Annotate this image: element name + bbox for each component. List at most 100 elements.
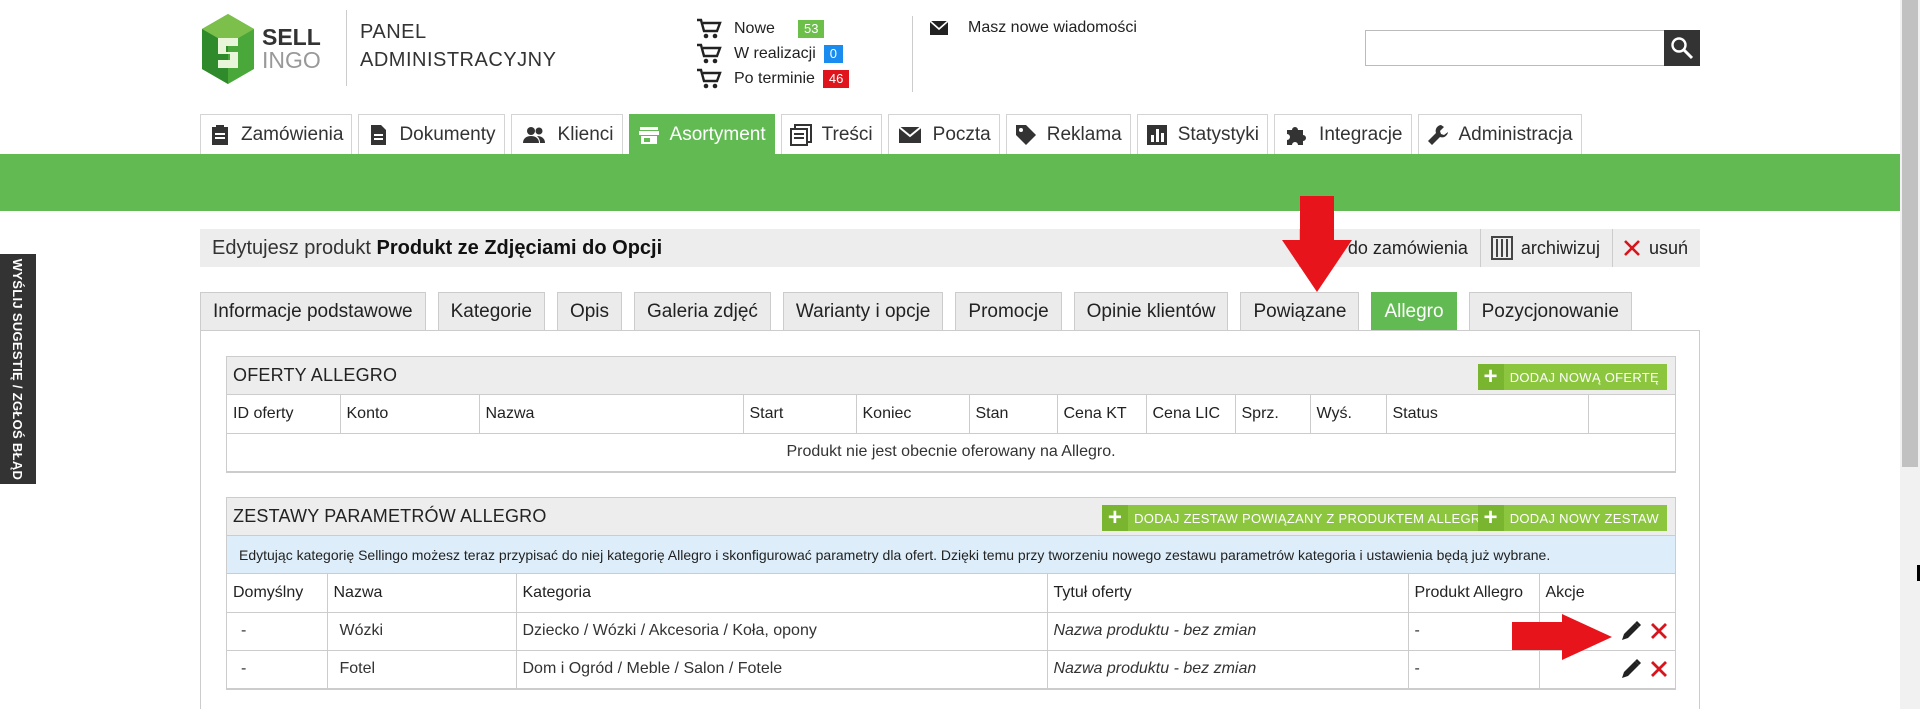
nav-item-label: Asortyment <box>669 123 766 145</box>
params-table-header: Domyślny Nazwa Kategoria Tytuł oferty Pr… <box>227 574 1675 613</box>
col-kategoria: Kategoria <box>515 574 1048 613</box>
nav-item-tresci[interactable]: Treści <box>780 114 882 154</box>
table-row: - Fotel Dom i Ogród / Meble / Salon / Fo… <box>227 649 1675 689</box>
delete-product-label: usuń <box>1648 237 1688 258</box>
nav-item-dokumenty[interactable]: Dokumenty <box>358 114 505 154</box>
tab-kategorie[interactable]: Kategorie <box>437 292 545 330</box>
nav-item-administracja[interactable]: Administracja <box>1417 114 1582 154</box>
nav-item-zamowienia[interactable]: Zamówienia <box>200 114 353 154</box>
tab-opinie-klientow[interactable]: Opinie klientów <box>1073 292 1229 330</box>
add-new-set-button[interactable]: + DODAJ NOWY ZESTAW <box>1477 505 1667 531</box>
mail-icon <box>898 125 922 143</box>
nav-item-poczta[interactable]: Poczta <box>887 114 1000 154</box>
plus-icon: + <box>1477 364 1504 390</box>
row-default: - <box>227 649 328 689</box>
col-produkt-allegro: Produkt Allegro <box>1407 574 1540 613</box>
delete-icon[interactable] <box>1650 660 1668 678</box>
nav-item-reklama[interactable]: Reklama <box>1005 114 1131 154</box>
params-info-message: Edytując kategorię Sellingo możesz teraz… <box>227 536 1675 574</box>
puzzle-icon <box>1287 126 1307 145</box>
nav-item-label: Poczta <box>932 123 991 145</box>
nav-item-klienci[interactable]: Klienci <box>510 114 623 154</box>
search-input[interactable] <box>1365 30 1666 66</box>
people-icon <box>522 126 545 143</box>
sellingo-logo[interactable]: SELL INGO <box>200 10 332 88</box>
messages-text: Masz nowe wiadomości <box>968 19 1137 36</box>
row-category: Dom i Ogród / Meble / Salon / Fotele <box>515 649 1048 689</box>
archive-button[interactable]: archiwizuj <box>1479 229 1612 267</box>
panel-title: PANEL ADMINISTRACYJNY <box>360 18 556 74</box>
logo-ingo-text: INGO <box>262 47 321 73</box>
delete-icon[interactable] <box>1650 622 1668 640</box>
nav-item-asortyment[interactable]: Asortyment <box>628 114 775 154</box>
edit-pencil-icon[interactable] <box>1620 620 1642 642</box>
nav-item-statystyki[interactable]: Statystyki <box>1136 114 1269 154</box>
panel-title-line1: PANEL <box>360 21 427 43</box>
col-id[interactable]: ID oferty <box>227 395 341 434</box>
col-nazwa[interactable]: Nazwa <box>478 395 744 434</box>
col-koniec[interactable]: Koniec <box>855 395 970 434</box>
orders-in-progress[interactable]: W realizacji 0 <box>696 41 849 66</box>
col-stan[interactable]: Stan <box>968 395 1058 434</box>
tab-powiazane[interactable]: Powiązane <box>1240 292 1360 330</box>
feedback-side-tab[interactable]: WYŚLIJ SUGESTIĘ / ZGŁOŚ BŁĄD <box>0 254 36 484</box>
tab-pozycjonowanie[interactable]: Pozycjonowanie <box>1468 292 1632 330</box>
col-akcje: Akcje <box>1538 574 1675 613</box>
add-linked-set-button[interactable]: + DODAJ ZESTAW POWIĄZANY Z PRODUKTEM ALL… <box>1102 505 1499 531</box>
search-icon <box>1671 37 1694 60</box>
add-to-order-label: do zamówienia <box>1347 237 1468 258</box>
delete-product-button[interactable]: usuń <box>1611 229 1700 267</box>
nav-item-integracje[interactable]: Integracje <box>1274 114 1412 154</box>
edit-pencil-icon[interactable] <box>1620 658 1642 680</box>
search-button[interactable] <box>1664 30 1700 66</box>
nav-item-label: Administracja <box>1458 123 1573 145</box>
nav-item-label: Zamówienia <box>241 123 344 145</box>
product-title-prefix: Edytujesz produkt <box>212 237 371 259</box>
messages-link[interactable]: Masz nowe wiadomości <box>930 19 1137 37</box>
scrollbar-thumb[interactable] <box>1902 0 1918 467</box>
orders-in-progress-badge: 0 <box>823 44 844 63</box>
row-name: Wózki <box>326 611 517 651</box>
plus-icon: + <box>1102 505 1129 531</box>
tab-informacje-podstawowe[interactable]: Informacje podstawowe <box>200 292 426 330</box>
orders-new[interactable]: Nowe 53 <box>696 16 849 41</box>
product-actions: do zamówienia archiwizuj usuń <box>1298 229 1700 267</box>
add-offer-button[interactable]: + DODAJ NOWĄ OFERTĘ <box>1477 364 1667 390</box>
col-status[interactable]: Status <box>1385 395 1589 434</box>
main-nav: Zamówienia Dokumenty Klienci Asortyment … <box>200 114 1588 154</box>
orders-overdue-badge: 46 <box>822 69 850 88</box>
col-tytul-oferty: Tytuł oferty <box>1046 574 1409 613</box>
offers-table: ID oferty Konto Nazwa Start Koniec Stan … <box>227 395 1675 472</box>
add-linked-set-label: DODAJ ZESTAW POWIĄZANY Z PRODUKTEM ALLEG… <box>1134 510 1491 526</box>
archive-label: archiwizuj <box>1520 237 1600 258</box>
col-wys[interactable]: Wyś. <box>1309 395 1387 434</box>
nav-item-label: Dokumenty <box>399 123 496 145</box>
col-cena-lic[interactable]: Cena LIC <box>1145 395 1236 434</box>
orders-new-badge: 53 <box>798 19 825 38</box>
tab-opis[interactable]: Opis <box>556 292 623 330</box>
params-section-title: ZESTAWY PARAMETRÓW ALLEGRO <box>233 506 547 526</box>
col-start[interactable]: Start <box>742 395 857 434</box>
product-name: Produkt ze Zdjęciami do Opcji <box>376 237 663 259</box>
tab-allegro[interactable]: Allegro <box>1371 292 1457 330</box>
col-konto[interactable]: Konto <box>339 395 480 434</box>
params-table: Domyślny Nazwa Kategoria Tytuł oferty Pr… <box>227 574 1675 689</box>
col-sprz[interactable]: Sprz. <box>1234 395 1311 434</box>
tab-warianty-i-opcje[interactable]: Warianty i opcje <box>782 292 944 330</box>
panel-title-line2: ADMINISTRACYJNY <box>360 49 557 71</box>
offers-section-header: OFERTY ALLEGRO + DODAJ NOWĄ OFERTĘ <box>227 357 1675 395</box>
row-title: Nazwa produktu - bez zmian <box>1046 649 1409 689</box>
logo-divider <box>346 10 347 86</box>
tab-promocje[interactable]: Promocje <box>955 292 1062 330</box>
orders-overdue-label: Po terminie <box>734 69 815 87</box>
tab-galeria-zdjec[interactable]: Galeria zdjęć <box>634 292 771 330</box>
nav-item-label: Reklama <box>1046 123 1122 145</box>
col-domyslny: Domyślny <box>227 574 328 613</box>
col-cena-kt[interactable]: Cena KT <box>1056 395 1147 434</box>
offers-empty-row: Produkt nie jest obecnie oferowany na Al… <box>227 432 1675 472</box>
chart-icon <box>1146 124 1167 145</box>
orders-overdue[interactable]: Po terminie 46 <box>696 66 850 91</box>
clipboard-icon <box>212 124 228 145</box>
archive-icon <box>1490 236 1513 260</box>
product-header-bar: Edytujesz produkt Produkt ze Zdjęciami d… <box>200 229 1700 267</box>
